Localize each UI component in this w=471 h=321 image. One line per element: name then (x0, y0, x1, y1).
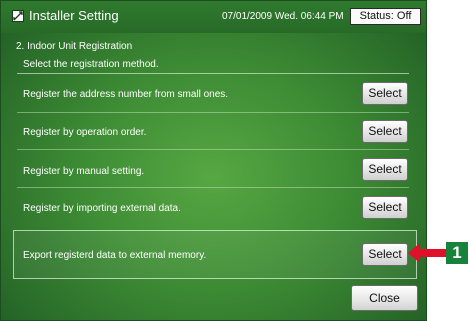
callout-number-badge: 1 (446, 242, 468, 264)
status-badge: Status: Off (350, 8, 421, 25)
title-bar: Installer Setting 07/01/2009 Wed. 06:44 … (1, 1, 426, 33)
row-divider (17, 112, 409, 113)
installer-setting-screen: Installer Setting 07/01/2009 Wed. 06:44 … (0, 0, 427, 321)
select-button-import-external[interactable]: Select (362, 196, 408, 219)
export-panel: Export registerd data to external memory… (13, 230, 417, 279)
select-button-export[interactable]: Select (362, 243, 408, 266)
settings-edit-icon (12, 10, 24, 22)
row-label-export: Export registerd data to external memory… (23, 250, 207, 261)
row-divider (17, 187, 409, 188)
left-arrow-icon (408, 243, 446, 263)
row-label-manual-setting: Register by manual setting. (23, 166, 145, 177)
row-label-import-external: Register by importing external data. (23, 203, 181, 214)
select-button-small-address[interactable]: Select (362, 82, 408, 105)
row-divider (17, 149, 409, 150)
select-button-manual-setting[interactable]: Select (362, 158, 408, 181)
heading-divider (17, 73, 409, 74)
row-label-operation-order: Register by operation order. (23, 127, 147, 138)
select-button-operation-order[interactable]: Select (362, 120, 408, 143)
date-time: 07/01/2009 Wed. 06:44 PM (222, 11, 344, 22)
close-button[interactable]: Close (351, 285, 418, 311)
screen-title: Installer Setting (29, 8, 119, 23)
section-heading: 2. Indoor Unit Registration (16, 41, 133, 52)
section-instruction: Select the registration method. (23, 59, 159, 70)
row-label-small-address: Register the address number from small o… (23, 89, 229, 100)
